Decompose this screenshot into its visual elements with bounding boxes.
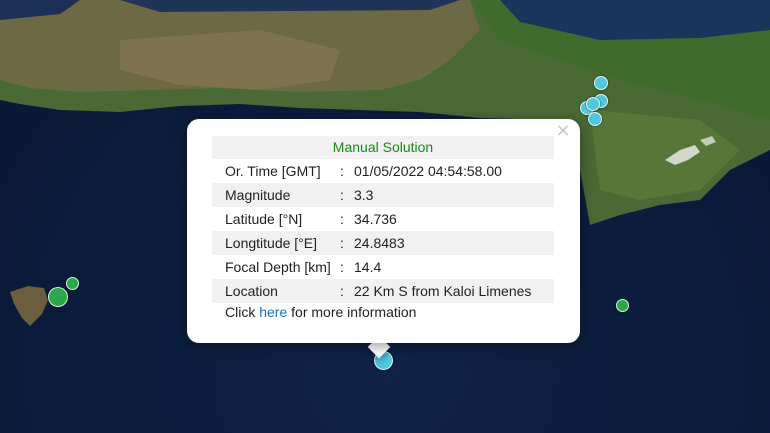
detail-label: Focal Depth [km] — [225, 259, 331, 275]
popup-title: Manual Solution — [212, 136, 554, 159]
detail-label: Location — [225, 283, 278, 299]
more-info-prefix: Click — [225, 304, 260, 320]
event-marker-green-east[interactable] — [616, 299, 629, 312]
event-marker-cyan[interactable] — [594, 76, 608, 90]
detail-row: Longtitude [°E]:24.8483 — [212, 231, 554, 255]
detail-value: 22 Km S from Kaloi Limenes — [354, 283, 532, 299]
map-view[interactable]: × Manual Solution Or. Time [GMT]:01/05/2… — [0, 0, 770, 433]
detail-separator: : — [340, 235, 344, 251]
detail-separator: : — [340, 163, 344, 179]
detail-value: 34.736 — [354, 211, 397, 227]
detail-row: Magnitude:3.3 — [212, 183, 554, 207]
detail-row: Or. Time [GMT]:01/05/2022 04:54:58.00 — [212, 159, 554, 183]
detail-separator: : — [340, 259, 344, 275]
event-popup: × Manual Solution Or. Time [GMT]:01/05/2… — [187, 119, 580, 343]
event-details-table: Manual Solution Or. Time [GMT]:01/05/202… — [212, 136, 554, 303]
detail-value: 24.8483 — [354, 235, 405, 251]
detail-separator: : — [340, 283, 344, 299]
detail-label: Latitude [°N] — [225, 211, 303, 227]
detail-label: Magnitude — [225, 187, 291, 203]
detail-row: Focal Depth [km]:14.4 — [212, 255, 554, 279]
detail-value: 14.4 — [354, 259, 382, 275]
event-marker-green-large[interactable] — [48, 287, 68, 307]
event-marker-cyan[interactable] — [586, 97, 600, 111]
more-info-link[interactable]: here — [259, 304, 287, 320]
detail-separator: : — [340, 211, 344, 227]
detail-row: Latitude [°N]:34.736 — [212, 207, 554, 231]
more-info-line: Click here for more information — [225, 304, 416, 320]
detail-label: Or. Time [GMT] — [225, 163, 321, 179]
detail-label: Longtitude [°E] — [225, 235, 317, 251]
detail-value: 3.3 — [354, 187, 374, 203]
detail-row: Location:22 Km S from Kaloi Limenes — [212, 279, 554, 303]
detail-value: 01/05/2022 04:54:58.00 — [354, 163, 502, 179]
detail-separator: : — [340, 187, 344, 203]
event-marker-cyan[interactable] — [588, 112, 602, 126]
event-marker-green-small[interactable] — [66, 277, 79, 290]
more-info-suffix: for more information — [287, 304, 417, 320]
close-icon[interactable]: × — [554, 122, 572, 140]
